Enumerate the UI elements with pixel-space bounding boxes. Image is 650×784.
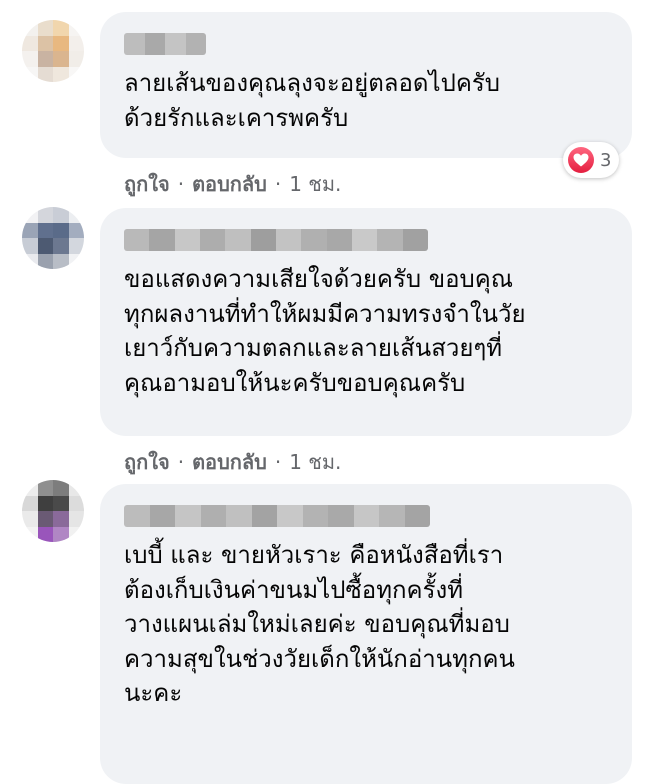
separator: · bbox=[177, 172, 185, 196]
commenter-name[interactable] bbox=[124, 505, 430, 527]
avatar[interactable] bbox=[22, 20, 84, 82]
comment-actions: ถูกใจ · ตอบกลับ · 1 ชม. bbox=[124, 446, 341, 478]
separator: · bbox=[274, 450, 282, 474]
comment-text: เบบี้ และ ขายหัวเราะ คือหนังสือที่เรา ต้… bbox=[124, 541, 515, 707]
commenter-name[interactable] bbox=[124, 229, 428, 251]
comment-actions: ถูกใจ · ตอบกลับ · 1 ชม. bbox=[124, 168, 341, 200]
heart-icon bbox=[568, 147, 594, 173]
comment-text: ลายเส้นของคุณลุงจะอยู่ตลอดไปครับ ด้วยรัก… bbox=[124, 69, 500, 132]
separator: · bbox=[177, 450, 185, 474]
reaction-badge[interactable]: 3 bbox=[563, 142, 620, 178]
separator: · bbox=[274, 172, 282, 196]
like-button[interactable]: ถูกใจ bbox=[124, 168, 170, 200]
avatar[interactable] bbox=[22, 480, 84, 542]
commenter-name[interactable] bbox=[124, 33, 206, 55]
reply-button[interactable]: ตอบกลับ bbox=[192, 446, 267, 478]
reply-button[interactable]: ตอบกลับ bbox=[192, 168, 267, 200]
reaction-count: 3 bbox=[600, 149, 612, 171]
like-button[interactable]: ถูกใจ bbox=[124, 446, 170, 478]
comment-text: ขอแสดงความเสียใจด้วยครับ ขอบคุณ ทุกผลงาน… bbox=[124, 265, 526, 397]
timestamp[interactable]: 1 ชม. bbox=[289, 446, 341, 478]
avatar[interactable] bbox=[22, 207, 84, 269]
timestamp[interactable]: 1 ชม. bbox=[289, 168, 341, 200]
